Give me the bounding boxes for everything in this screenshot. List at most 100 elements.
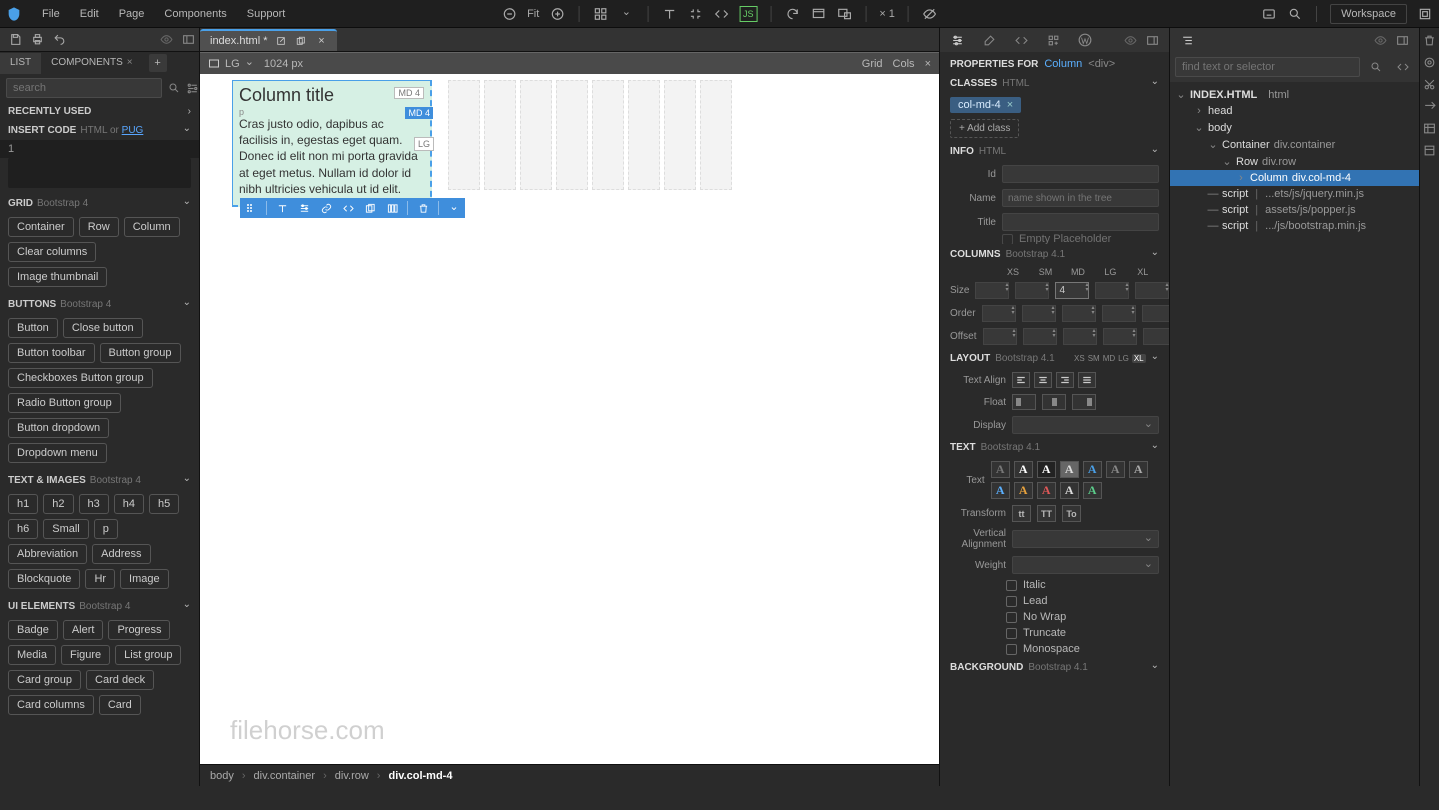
pill-h4[interactable]: h4: [114, 494, 144, 514]
stepper-icon[interactable]: ▴▾: [1052, 306, 1055, 316]
float-none-icon[interactable]: [1042, 394, 1066, 410]
truncate-checkbox[interactable]: [1006, 628, 1017, 639]
valign-select[interactable]: [1012, 530, 1159, 548]
pill-list-group[interactable]: List group: [115, 645, 181, 665]
pill-h6[interactable]: h6: [8, 519, 38, 539]
pill-column[interactable]: Column: [124, 217, 180, 237]
text-transform-lowercase[interactable]: tt: [1012, 505, 1031, 522]
fullscreen-icon[interactable]: [1417, 6, 1433, 22]
tree-caret-icon[interactable]: ⌄: [1222, 155, 1232, 168]
pill-abbr[interactable]: Abbreviation: [8, 544, 87, 564]
workspace-button[interactable]: Workspace: [1330, 4, 1407, 24]
code-icon[interactable]: [341, 201, 355, 215]
bp-pill[interactable]: MD: [1103, 354, 1115, 363]
pill-button-group[interactable]: Button group: [100, 343, 181, 363]
messages-icon[interactable]: [1261, 6, 1277, 22]
pill-card[interactable]: Card: [99, 695, 141, 715]
align-justify-icon[interactable]: [1078, 372, 1096, 388]
offset-md[interactable]: [1063, 328, 1097, 345]
stepper-icon[interactable]: ▴▾: [1012, 329, 1015, 339]
trash-strip-icon[interactable]: [1423, 34, 1437, 48]
size-xs[interactable]: [975, 282, 1009, 299]
section-buttons[interactable]: BUTTONSBootstrap 4: [0, 295, 199, 314]
stepper-icon[interactable]: ▴▾: [1012, 306, 1015, 316]
section-text[interactable]: TEXTBootstrap 4.1: [940, 437, 1169, 458]
order-lg[interactable]: [1102, 305, 1136, 322]
zoom-fit-button[interactable]: Fit: [527, 6, 539, 22]
size-sm[interactable]: [1015, 282, 1049, 299]
print-icon[interactable]: [26, 30, 48, 50]
tab-components[interactable]: COMPONENTS×: [41, 53, 143, 74]
pill-clear-columns[interactable]: Clear columns: [8, 242, 96, 262]
align-center-icon[interactable]: [1034, 372, 1052, 388]
text-color-swatch[interactable]: A: [1014, 482, 1033, 499]
panel-toggle-icon[interactable]: [1141, 30, 1163, 50]
canvas[interactable]: MD 4 MD 4 LG Column title p Cras justo o…: [200, 74, 939, 764]
text-color-swatch[interactable]: A: [1037, 461, 1056, 478]
menu-components[interactable]: Components: [154, 3, 236, 25]
column-paragraph[interactable]: Cras justo odio, dapibus ac facilisis in…: [233, 106, 430, 205]
refresh-icon[interactable]: [784, 6, 800, 22]
selected-column-element[interactable]: MD 4 MD 4 LG Column title p Cras justo o…: [232, 80, 432, 207]
section-info[interactable]: INFOHTML: [940, 141, 1169, 162]
grid-strip-icon[interactable]: [1423, 122, 1437, 136]
canvas-page[interactable]: MD 4 MD 4 LG Column title p Cras justo o…: [220, 80, 919, 734]
nowrap-checkbox[interactable]: [1006, 612, 1017, 623]
order-xl[interactable]: [1142, 305, 1169, 322]
menu-support[interactable]: Support: [237, 3, 296, 25]
stepper-icon[interactable]: ▴▾: [1092, 306, 1095, 316]
section-insert-code[interactable]: INSERT CODEHTML or PUG: [0, 121, 199, 140]
crumb-current[interactable]: div.col-md-4: [388, 770, 452, 782]
tree-row[interactable]: ›Column div.col-md-4: [1170, 170, 1419, 186]
zoom-out-icon[interactable]: [501, 6, 517, 22]
bp-pill[interactable]: XL: [1132, 354, 1146, 363]
text-tool-icon[interactable]: [661, 6, 677, 22]
left-search-input[interactable]: [6, 78, 162, 98]
grid-toggle[interactable]: Grid: [862, 58, 883, 70]
pill-row[interactable]: Row: [79, 217, 119, 237]
order-xs[interactable]: [982, 305, 1016, 322]
responsive-icon[interactable]: [836, 6, 852, 22]
display-select[interactable]: [1012, 416, 1159, 434]
breakpoint-selector[interactable]: LG: [208, 57, 254, 70]
eye-icon[interactable]: [1119, 30, 1141, 50]
pill-address[interactable]: Address: [92, 544, 150, 564]
lead-checkbox[interactable]: [1006, 596, 1017, 607]
size-md[interactable]: [1055, 282, 1089, 299]
align-left-icon[interactable]: [1012, 372, 1030, 388]
duplicate-icon[interactable]: [363, 201, 377, 215]
panel-toggle-icon[interactable]: [1391, 30, 1413, 50]
add-class-button[interactable]: + Add class: [950, 119, 1019, 138]
pill-h1[interactable]: h1: [8, 494, 38, 514]
section-ui-elements[interactable]: UI ELEMENTSBootstrap 4: [0, 597, 199, 616]
pill-progress[interactable]: Progress: [108, 620, 170, 640]
tree-caret-icon[interactable]: —: [1208, 188, 1218, 200]
float-left-icon[interactable]: [1012, 394, 1036, 410]
add-tab-button[interactable]: +: [149, 54, 167, 72]
stepper-icon[interactable]: ▴▾: [1092, 329, 1095, 339]
pill-p[interactable]: p: [94, 519, 118, 539]
tree-caret-icon[interactable]: ⌄: [1194, 121, 1204, 134]
tree-row[interactable]: ⌄body: [1170, 119, 1419, 136]
name-input[interactable]: [1002, 189, 1159, 207]
pill-media[interactable]: Media: [8, 645, 56, 665]
cols-toggle[interactable]: Cols: [893, 58, 915, 70]
text-color-swatch[interactable]: A: [1014, 461, 1033, 478]
class-chip[interactable]: col-md-4×: [950, 97, 1021, 113]
text-transform-uppercase[interactable]: TT: [1037, 505, 1056, 522]
pill-button[interactable]: Button: [8, 318, 58, 338]
tree-row[interactable]: ⌄Row div.row: [1170, 153, 1419, 170]
pill-h2[interactable]: h2: [43, 494, 73, 514]
pill-image[interactable]: Image: [120, 569, 169, 589]
pill-radio-group[interactable]: Radio Button group: [8, 393, 121, 413]
remove-class-icon[interactable]: ×: [1007, 99, 1013, 111]
wordpress-icon[interactable]: [1074, 30, 1096, 50]
pill-h3[interactable]: h3: [79, 494, 109, 514]
section-text-images[interactable]: TEXT & IMAGESBootstrap 4: [0, 471, 199, 490]
menu-edit[interactable]: Edit: [70, 3, 109, 25]
id-input[interactable]: [1002, 165, 1159, 183]
section-classes[interactable]: CLASSESHTML: [940, 73, 1169, 94]
eye-icon[interactable]: [155, 30, 177, 50]
panel-toggle-icon[interactable]: [177, 30, 199, 50]
pill-alert[interactable]: Alert: [63, 620, 104, 640]
